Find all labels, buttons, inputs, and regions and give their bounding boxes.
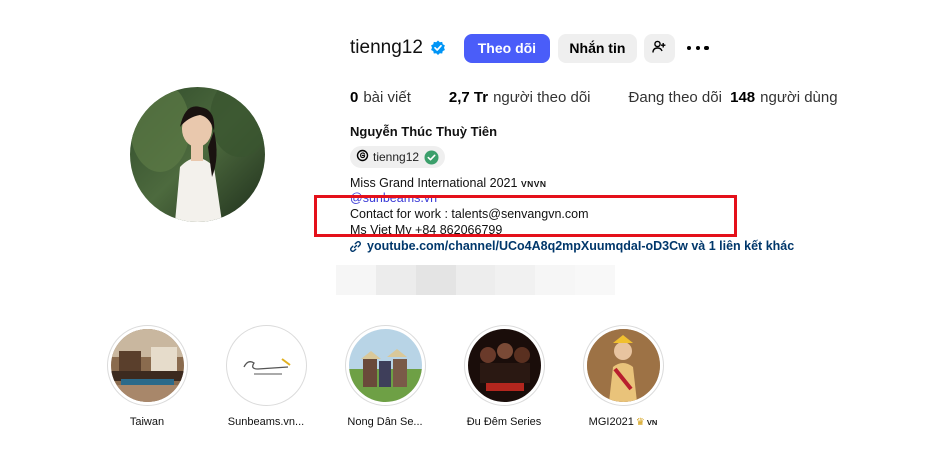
highlight-cover-image (467, 329, 541, 402)
posts-count: 0 (350, 89, 359, 106)
suggest-add-user-button[interactable] (643, 33, 675, 63)
highlight-item[interactable]: Đu Đêm Series (454, 325, 554, 428)
threads-link-pill[interactable]: tienng12 (350, 146, 446, 168)
highlight-ring (225, 325, 307, 406)
highlight-item[interactable]: Nong Dân Se... (335, 325, 435, 428)
highlight-label: Đu Đêm Series (466, 416, 542, 428)
story-highlights: Taiwan Sunbeams.vn... Nong Dân Se... Đu … (0, 325, 934, 435)
highlight-ring (344, 325, 426, 406)
external-link-text: youtube.com/channel/UCo4A8q2mpXuumqdaI-o… (367, 239, 795, 253)
crown-icon: ♛ (635, 416, 645, 428)
highlight-ring (106, 325, 188, 406)
threads-handle: tienng12 (373, 150, 420, 164)
following-prefix: Đang theo dõi (628, 89, 722, 106)
following-suffix: người dùng (760, 89, 838, 106)
vn-flag-text: VNVN (520, 179, 547, 189)
vn-flag-text: VN (646, 417, 658, 427)
highlight-item[interactable]: MGI2021 ♛ VN (573, 325, 673, 428)
highlight-cover-image (348, 329, 422, 402)
posts-stat: 0 bài viết (350, 89, 411, 106)
profile-stats: 0 bài viết 2,7 Tr người theo dõi Đang theo… (350, 89, 838, 106)
threads-icon (356, 149, 369, 165)
highlight-ring (582, 325, 664, 406)
threads-verified-icon (424, 150, 439, 165)
followers-label: người theo dõi (493, 89, 591, 106)
highlight-label: Sunbeams.vn... (227, 416, 305, 428)
following-stat[interactable]: Đang theo dõi 148 người dùng (629, 89, 838, 106)
followers-count: 2,7 Tr (448, 89, 489, 106)
link-chain-icon (350, 240, 361, 252)
add-user-icon (652, 40, 666, 57)
bio-line-1: Miss Grand International 2021 VNVN (350, 176, 547, 190)
profile-full-name: Nguyễn Thúc Thuỳ Tiên (350, 124, 498, 139)
highlight-cover-image (229, 329, 303, 402)
highlight-label: Nong Dân Se... (347, 416, 423, 428)
highlight-cover-image (586, 329, 660, 402)
highlight-item[interactable]: Taiwan (97, 325, 197, 428)
highlight-ring (463, 325, 545, 406)
follow-button[interactable]: Theo dõi (463, 33, 550, 63)
profile-header-row: tienng12 Theo dõi Nhắn tin (350, 33, 709, 63)
profile-username: tienng12 (350, 37, 423, 58)
verified-badge-icon (430, 40, 446, 56)
followers-stat[interactable]: 2,7 Tr người theo dõi (449, 89, 591, 106)
blurred-content (336, 265, 616, 295)
message-button[interactable]: Nhắn tin (557, 33, 637, 63)
highlight-label: Taiwan (129, 416, 165, 428)
more-options-icon[interactable] (686, 34, 709, 63)
highlight-label: MGI2021 ♛ VN (588, 416, 658, 428)
bio-title: Miss Grand International 2021 (350, 176, 518, 190)
following-count: 148 (730, 89, 756, 106)
red-annotation-box (314, 195, 737, 237)
profile-avatar[interactable] (130, 87, 265, 222)
external-link[interactable]: youtube.com/channel/UCo4A8q2mpXuumqdaI-o… (350, 239, 794, 253)
posts-label: bài viết (363, 89, 411, 106)
highlight-cover-image (110, 329, 184, 402)
highlight-item[interactable]: Sunbeams.vn... (216, 325, 316, 428)
